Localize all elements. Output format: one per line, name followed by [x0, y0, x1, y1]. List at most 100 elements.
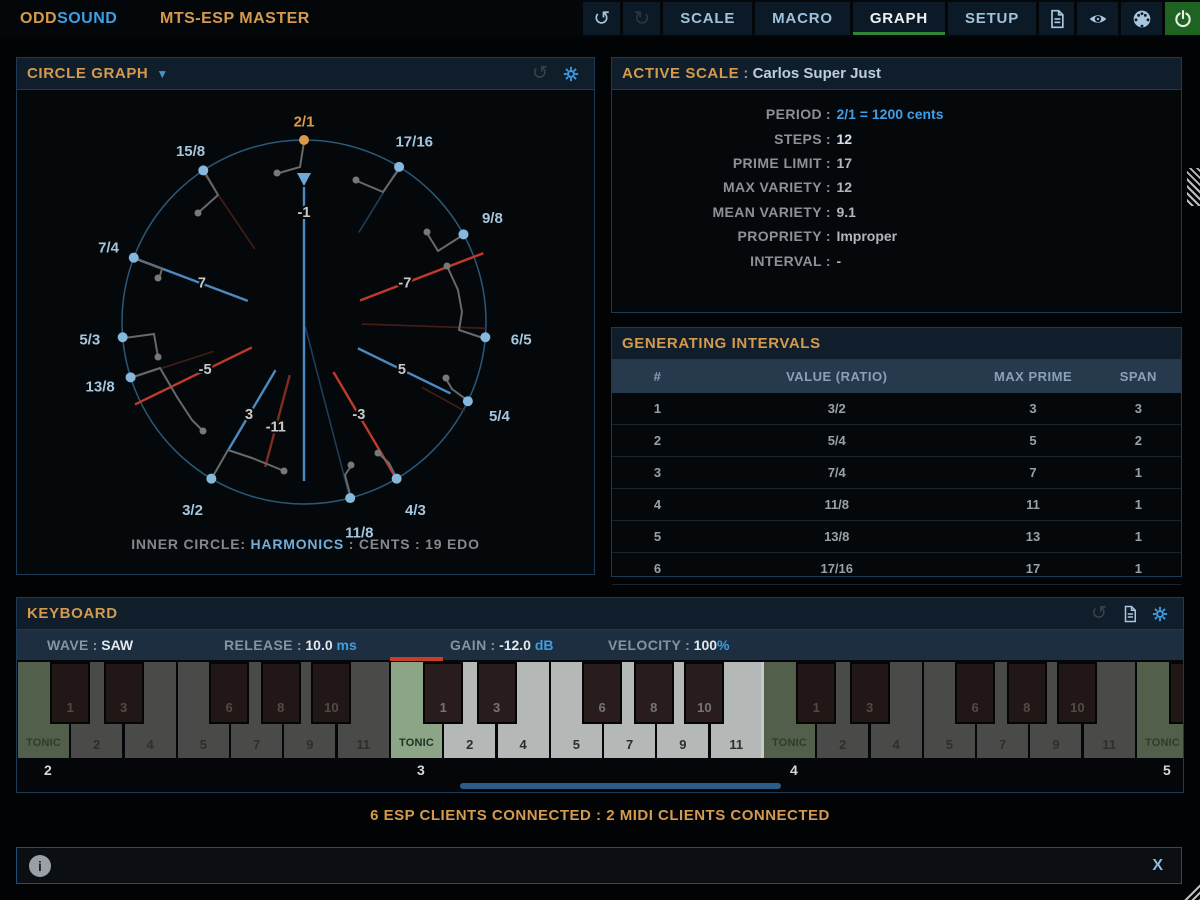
scale-degree-dot[interactable]	[129, 253, 139, 263]
release-param[interactable]: RELEASE : 10.0 ms	[224, 630, 357, 660]
ratio-label: 7/4	[98, 240, 120, 257]
close-button[interactable]: X	[1152, 848, 1163, 883]
gear-icon[interactable]	[1151, 605, 1169, 623]
app-title: MTS-ESP MASTER	[160, 0, 310, 37]
black-key[interactable]: 3	[477, 662, 517, 724]
undo-button[interactable]: ↺	[583, 2, 620, 35]
gear-icon[interactable]	[562, 65, 580, 83]
black-key[interactable]: 10	[684, 662, 724, 724]
deviation-line	[427, 233, 463, 251]
black-key[interactable]: 8	[1007, 662, 1047, 724]
reset-icon[interactable]: ↺	[532, 64, 548, 83]
redo-button[interactable]: ↻	[623, 2, 660, 35]
circle-graph[interactable]: -17-75-53-3-112/117/169/86/55/44/311/83/…	[17, 90, 594, 574]
scale-degree-dot[interactable]	[126, 372, 136, 382]
gain-param[interactable]: GAIN : -12.0 dB	[450, 630, 554, 660]
black-key[interactable]: 1	[796, 662, 836, 724]
scale-property-row: INTERVAL : -	[612, 248, 1181, 272]
tab-graph[interactable]: GRAPH	[853, 2, 945, 35]
reset-icon[interactable]: ↺	[1091, 604, 1107, 623]
tab-setup[interactable]: SETUP	[948, 2, 1036, 35]
scale-degree-dot[interactable]	[198, 165, 208, 175]
keyboard-params-bar: WAVE : SAW RELEASE : 10.0 ms GAIN : -12.…	[17, 630, 1183, 660]
black-key[interactable]: 3	[850, 662, 890, 724]
chevron-down-icon[interactable]: ▼	[156, 67, 168, 81]
tonic-indicator	[390, 657, 443, 661]
ratio-label: 17/16	[395, 134, 433, 151]
deviation-dot	[200, 428, 207, 435]
black-key[interactable]: 10	[311, 662, 351, 724]
midi-button[interactable]	[1121, 2, 1162, 35]
caption-prefix: INNER CIRCLE:	[131, 536, 250, 552]
info-icon[interactable]: i	[29, 855, 51, 877]
black-key[interactable]: 1	[1169, 662, 1183, 724]
black-key[interactable]: 6	[582, 662, 622, 724]
octave-number: 5	[1163, 760, 1171, 780]
ratio-label: 6/5	[511, 332, 532, 349]
interval-row: 25/452	[612, 425, 1181, 457]
active-scale-properties: PERIOD : 2/1 = 1200 centsSTEPS : 12PRIME…	[612, 90, 1181, 273]
keyboard-scrollbar[interactable]	[460, 783, 781, 789]
redo-icon: ↻	[633, 9, 650, 29]
scale-degree-dot[interactable]	[392, 474, 402, 484]
deviation-dot	[155, 275, 162, 282]
file-button[interactable]	[1039, 2, 1074, 35]
deviation-line	[124, 334, 158, 357]
generating-intervals-header: GENERATING INTERVALS	[612, 328, 1181, 360]
velocity-param[interactable]: VELOCITY : 100%	[608, 630, 729, 660]
resize-handle-corner[interactable]	[1183, 883, 1200, 900]
scale-degree-dot[interactable]	[118, 332, 128, 342]
active-scale-panel: ACTIVE SCALE : Carlos Super Just PERIOD …	[611, 57, 1182, 313]
scale-degree-dot[interactable]	[480, 332, 490, 342]
ray-label: -3	[352, 407, 365, 423]
scale-property-value[interactable]: 2/1 = 1200 cents	[836, 106, 943, 122]
black-key[interactable]: 10	[1057, 662, 1097, 724]
tab-scale-label: SCALE	[680, 10, 735, 27]
deviation-dot	[424, 229, 431, 236]
scale-property-value: 12	[836, 131, 852, 147]
deviation-line	[199, 171, 218, 212]
visibility-button[interactable]	[1077, 2, 1118, 35]
scale-degree-dot[interactable]	[394, 162, 404, 172]
scale-degree-dot[interactable]	[463, 396, 473, 406]
scale-degree-dot[interactable]	[299, 135, 309, 145]
tab-scale[interactable]: SCALE	[663, 2, 752, 35]
file-icon[interactable]	[1121, 605, 1139, 623]
scale-property-value: 17	[836, 155, 852, 171]
active-scale-header: ACTIVE SCALE : Carlos Super Just	[612, 58, 1181, 90]
wave-param[interactable]: WAVE : SAW	[47, 630, 133, 660]
black-key[interactable]: 8	[261, 662, 301, 724]
black-key[interactable]: 6	[209, 662, 249, 724]
scale-property-row: PROPRIETY : Improper	[612, 224, 1181, 248]
eye-icon	[1088, 9, 1108, 29]
deviation-dot	[443, 375, 450, 382]
interval-row: 513/8131	[612, 521, 1181, 553]
resize-handle-right[interactable]	[1187, 168, 1200, 206]
black-key[interactable]: 8	[634, 662, 674, 724]
black-key[interactable]: 6	[955, 662, 995, 724]
file-icon	[1047, 9, 1067, 29]
power-button[interactable]	[1165, 2, 1200, 35]
active-scale-name: Carlos Super Just	[753, 65, 881, 82]
black-key[interactable]: 3	[104, 662, 144, 724]
tab-macro[interactable]: MACRO	[755, 2, 850, 35]
circle-graph-panel: CIRCLE GRAPH ▼ ↺ -17-75-53-3-112/117/169…	[16, 57, 595, 575]
scale-degree-dot[interactable]	[345, 493, 355, 503]
black-key[interactable]: 1	[50, 662, 90, 724]
interval-row: 13/233	[612, 393, 1181, 425]
scale-degree-dot[interactable]	[206, 474, 216, 484]
piano-keys: TONIC2457911136810TONIC2457911136810TONI…	[17, 662, 1183, 758]
scale-degree-dot[interactable]	[458, 229, 468, 239]
deviation-line	[357, 169, 399, 192]
generating-intervals-table: #VALUE (RATIO)MAX PRIMESPAN 13/23325/452…	[612, 360, 1181, 585]
interval-row: 617/16171	[612, 553, 1181, 585]
undo-icon: ↺	[593, 9, 610, 29]
logo-sound: SOUND	[57, 10, 117, 27]
midi-din-icon	[1132, 9, 1152, 29]
circle-graph-title[interactable]: CIRCLE GRAPH	[27, 65, 148, 82]
generating-intervals-panel: GENERATING INTERVALS #VALUE (RATIO)MAX P…	[611, 327, 1182, 577]
caption-mode[interactable]: HARMONICS	[251, 536, 345, 552]
scale-property-row: PERIOD : 2/1 = 1200 cents	[612, 102, 1181, 126]
deviation-line	[446, 379, 467, 400]
black-key[interactable]: 1	[423, 662, 463, 724]
